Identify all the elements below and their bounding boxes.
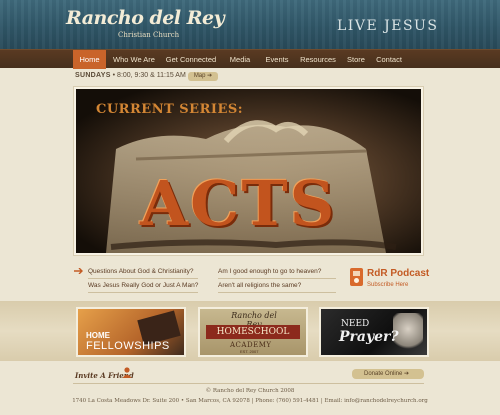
promo-prayer-line1: NEED [341, 319, 370, 329]
donate-online-button[interactable]: Donate Online ➔ [352, 369, 424, 379]
service-day: SUNDAYS [75, 72, 111, 79]
promo-homeschool-est: EST. 2007 [240, 349, 259, 354]
link-jesus-god-or-man[interactable]: Was Jesus Really God or Just A Man? [88, 282, 198, 289]
nav-item-resources[interactable]: Resources [296, 50, 340, 69]
link-good-enough-heaven[interactable]: Am I good enough to go to heaven? [218, 268, 321, 275]
service-hours: 8:00, 9:30 & 11:15 AM [117, 72, 186, 79]
nav-item-store[interactable]: Store [341, 50, 371, 69]
main-nav: Home Who We Are Get Connected Media Even… [0, 49, 500, 69]
map-button[interactable]: Map ➔ [188, 72, 218, 81]
nav-item-home[interactable]: Home [73, 50, 106, 69]
footer-divider [73, 383, 424, 384]
promo-home-fellowships[interactable]: HOME FELLOWSHIPS [76, 307, 186, 357]
link-divider [88, 278, 198, 279]
promo-homeschool-academy[interactable]: Rancho del Rey HOMESCHOOL ACADEMY EST. 2… [198, 307, 308, 357]
link-divider [218, 278, 336, 279]
promo-fellowships-line1: HOME [86, 331, 110, 340]
link-divider [218, 292, 336, 293]
tagline: LIVE JESUS [337, 18, 439, 34]
header-banner: Rancho del Rey Christian Church LIVE JES… [0, 0, 500, 49]
footer-copyright: © Rancho del Rey Church 2008 [205, 388, 295, 394]
arrow-right-icon: ➔ [207, 73, 213, 79]
link-divider [88, 292, 198, 293]
link-all-religions-same[interactable]: Aren't all religions the same? [218, 282, 301, 289]
series-title: ACTS [140, 167, 337, 240]
arrow-right-icon [74, 268, 83, 274]
nav-item-events[interactable]: Events [259, 50, 295, 69]
site-logo[interactable]: Rancho del Rey [66, 7, 225, 29]
promo-homeschool-academy-label: ACADEMY [230, 341, 272, 349]
site-logo-subtitle: Christian Church [118, 31, 180, 39]
footer-address: 1740 La Costa Meadows Dr. Suite 200 • Sa… [72, 398, 428, 404]
nav-item-contact[interactable]: Contact [372, 50, 406, 69]
donate-online-label: Donate Online [364, 371, 403, 377]
link-questions-about-god[interactable]: Questions About God & Christianity? [88, 268, 194, 275]
podcast-title[interactable]: RdR Podcast [367, 268, 429, 279]
map-button-label: Map [193, 73, 206, 79]
podcast-subscribe-link[interactable]: Subscribe Here [367, 282, 408, 288]
podcast-device-icon[interactable] [350, 268, 363, 286]
person-icon[interactable] [122, 367, 132, 378]
current-series-label: CURRENT SERIES: [96, 102, 244, 117]
promo-fellowships-line2: FELLOWSHIPS [86, 340, 170, 352]
promo-homeschool-ribbon: HOMESCHOOL [206, 325, 300, 339]
hero-banner[interactable]: CURRENT SERIES: ACTS [76, 89, 421, 253]
promo-need-prayer[interactable]: NEED Prayer? [319, 307, 429, 357]
promo-prayer-line2: Prayer? [339, 329, 399, 345]
nav-item-who-we-are[interactable]: Who We Are [108, 50, 160, 69]
nav-item-media[interactable]: Media [222, 50, 258, 69]
arrow-right-icon: ➔ [404, 371, 410, 377]
nav-item-get-connected[interactable]: Get Connected [162, 50, 220, 69]
service-times: SUNDAYS • 8:00, 9:30 & 11:15 AM [75, 72, 186, 79]
